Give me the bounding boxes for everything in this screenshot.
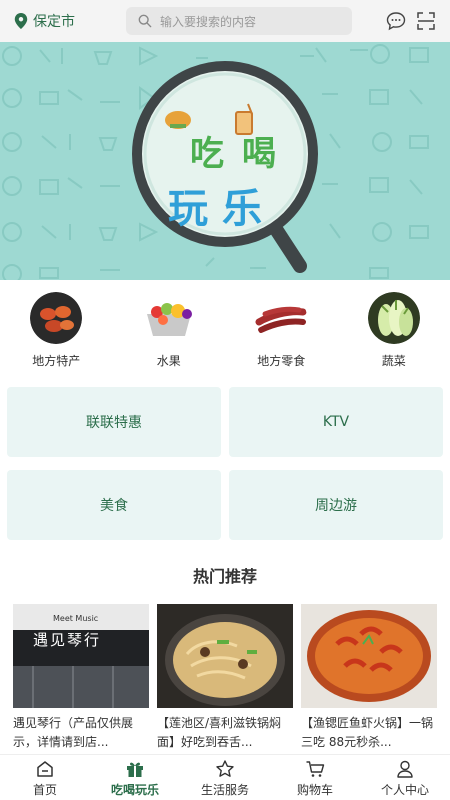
category-row: 地方特产 水果 地方零食 蔬菜 <box>0 280 450 380</box>
tab-label: 购物车 <box>296 783 333 797</box>
user-icon <box>397 760 413 778</box>
banner-title-line2: 玩乐 <box>168 186 276 232</box>
gift-icon <box>127 762 143 777</box>
category-label: 蔬菜 <box>381 354 406 368</box>
category-item[interactable]: 蔬菜 <box>338 280 450 380</box>
product-thumbnail <box>301 604 437 708</box>
search-icon <box>138 14 152 28</box>
tab-home[interactable]: 首页 <box>0 755 90 800</box>
product-thumbnail <box>157 604 293 708</box>
product-card[interactable]: 【渔锶匠鱼虾火锅】一锅三吃 88元秒杀... <box>301 604 437 752</box>
banner[interactable]: 吃喝 玩乐 <box>0 42 450 280</box>
category-item[interactable]: 水果 <box>113 280 226 380</box>
search-input[interactable]: 输入要搜索的内容 <box>126 7 352 35</box>
banner-title-line1: 吃喝 <box>190 134 294 174</box>
product-thumbnail: Meet Music 遇见琴行 <box>13 604 149 708</box>
crab-image <box>30 292 83 344</box>
hot-recommendations: 热门推荐 Meet Music 遇见琴行 遇见琴行（产品仅供展示，详情请到店..… <box>0 548 450 754</box>
search-placeholder: 输入要搜索的内容 <box>160 14 257 29</box>
tile-food[interactable]: 美食 <box>7 470 221 540</box>
shop-sign-sub: Meet Music <box>53 614 99 623</box>
fruit-basket-image <box>142 292 195 344</box>
star-icon <box>216 760 234 777</box>
tab-life-services[interactable]: 生活服务 <box>180 755 270 800</box>
category-item[interactable]: 地方特产 <box>0 280 113 380</box>
feature-tiles: 联联特惠 KTV 美食 周边游 <box>0 380 450 548</box>
bottom-tab-bar: 首页 吃喝玩乐 生活服务 购物车 个人中心 <box>0 754 450 800</box>
tab-label: 首页 <box>32 783 57 797</box>
category-item[interactable]: 地方零食 <box>225 280 338 380</box>
product-title: 【莲池区/喜利滋铁锅焖面】好吃到吞舌... <box>157 716 282 749</box>
tab-label: 个人中心 <box>380 783 429 797</box>
sausage-image <box>255 292 308 344</box>
category-label: 水果 <box>156 354 181 368</box>
product-title: 遇见琴行（产品仅供展示，详情请到店... <box>13 716 134 749</box>
tab-label: 生活服务 <box>200 783 249 797</box>
top-header: 保定市 输入要搜索的内容 <box>0 0 450 42</box>
tab-profile[interactable]: 个人中心 <box>360 755 450 800</box>
category-label: 地方零食 <box>257 354 306 368</box>
city-name: 保定市 <box>33 14 75 30</box>
product-title: 【渔锶匠鱼虾火锅】一锅三吃 88元秒杀... <box>301 716 434 749</box>
shop-sign-text: 遇见琴行 <box>33 631 102 649</box>
category-label: 地方特产 <box>32 354 81 368</box>
home-icon <box>37 761 53 777</box>
scan-icon[interactable] <box>416 11 436 31</box>
tile-ktv[interactable]: KTV <box>229 387 443 457</box>
product-card[interactable]: 【莲池区/喜利滋铁锅焖面】好吃到吞舌... <box>157 604 293 752</box>
cart-icon <box>306 761 325 777</box>
location-selector[interactable]: 保定市 <box>14 11 124 31</box>
product-card[interactable]: Meet Music 遇见琴行 遇见琴行（产品仅供展示，详情请到店... <box>13 604 149 752</box>
cabbage-image <box>367 292 420 344</box>
tab-cart[interactable]: 购物车 <box>270 755 360 800</box>
message-icon[interactable] <box>386 11 406 31</box>
section-title: 热门推荐 <box>192 567 257 586</box>
location-pin-icon <box>14 13 28 29</box>
tab-label: 吃喝玩乐 <box>110 783 159 797</box>
tab-eat-drink-play[interactable]: 吃喝玩乐 <box>90 755 180 800</box>
tile-lianlian-deals[interactable]: 联联特惠 <box>7 387 221 457</box>
tile-nearby-travel[interactable]: 周边游 <box>229 470 443 540</box>
